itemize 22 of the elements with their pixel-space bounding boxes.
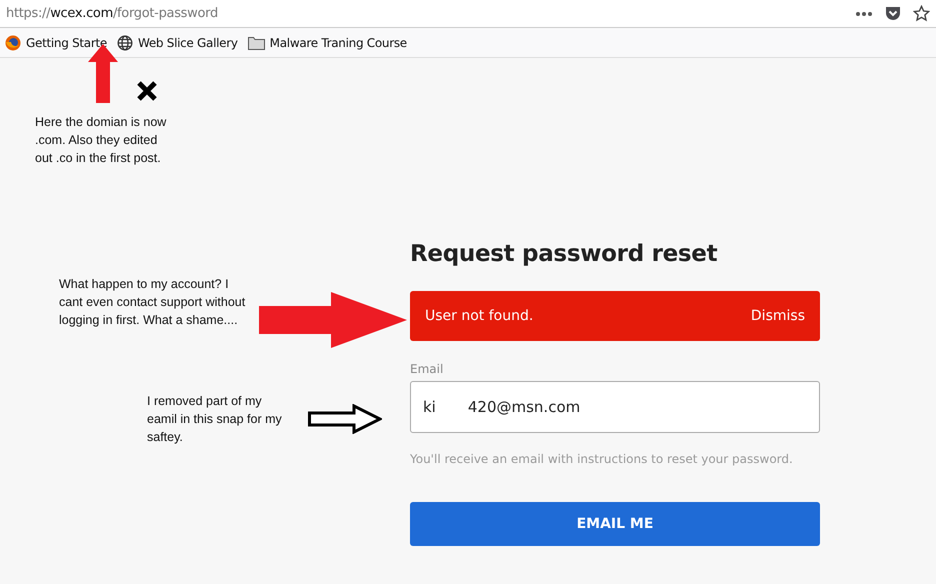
bookmark-item[interactable]: Malware Traning Course xyxy=(248,36,407,50)
folder-icon xyxy=(248,36,265,50)
dismiss-link[interactable]: Dismiss xyxy=(750,308,805,324)
bookmark-item[interactable]: Getting Starte xyxy=(5,34,107,50)
address-bar[interactable]: https://wcex.com/forgot-password xyxy=(0,0,936,28)
more-icon[interactable] xyxy=(855,10,873,16)
annotation-note: I removed part of my eamil in this snap for my saftey. xyxy=(147,393,283,446)
cross-icon xyxy=(136,80,158,102)
star-icon[interactable] xyxy=(913,5,930,22)
annotation-note: Here the domian is now .com. Also they edited out .co in the first post. xyxy=(35,114,168,167)
field-label: Email xyxy=(410,362,444,376)
email-field[interactable]: ki 420@msn.com xyxy=(410,381,820,433)
annotation-note: What happen to my account? I cant even contact support without logging in first. What a shame.... xyxy=(59,276,246,329)
bookmark-item[interactable]: Web Slice Gallery xyxy=(116,34,238,50)
pocket-icon[interactable] xyxy=(885,6,901,21)
url-text: https://wcex.com/forgot-password xyxy=(6,6,218,21)
page-title: Request password reset xyxy=(410,241,718,267)
email-me-button[interactable]: EMAIL ME xyxy=(410,502,820,546)
alert-message: User not found. xyxy=(425,308,534,324)
globe-icon xyxy=(116,34,133,50)
hint-text: You'll receive an email with instructions to reset your password. xyxy=(410,452,794,466)
firefox-icon xyxy=(5,34,21,50)
